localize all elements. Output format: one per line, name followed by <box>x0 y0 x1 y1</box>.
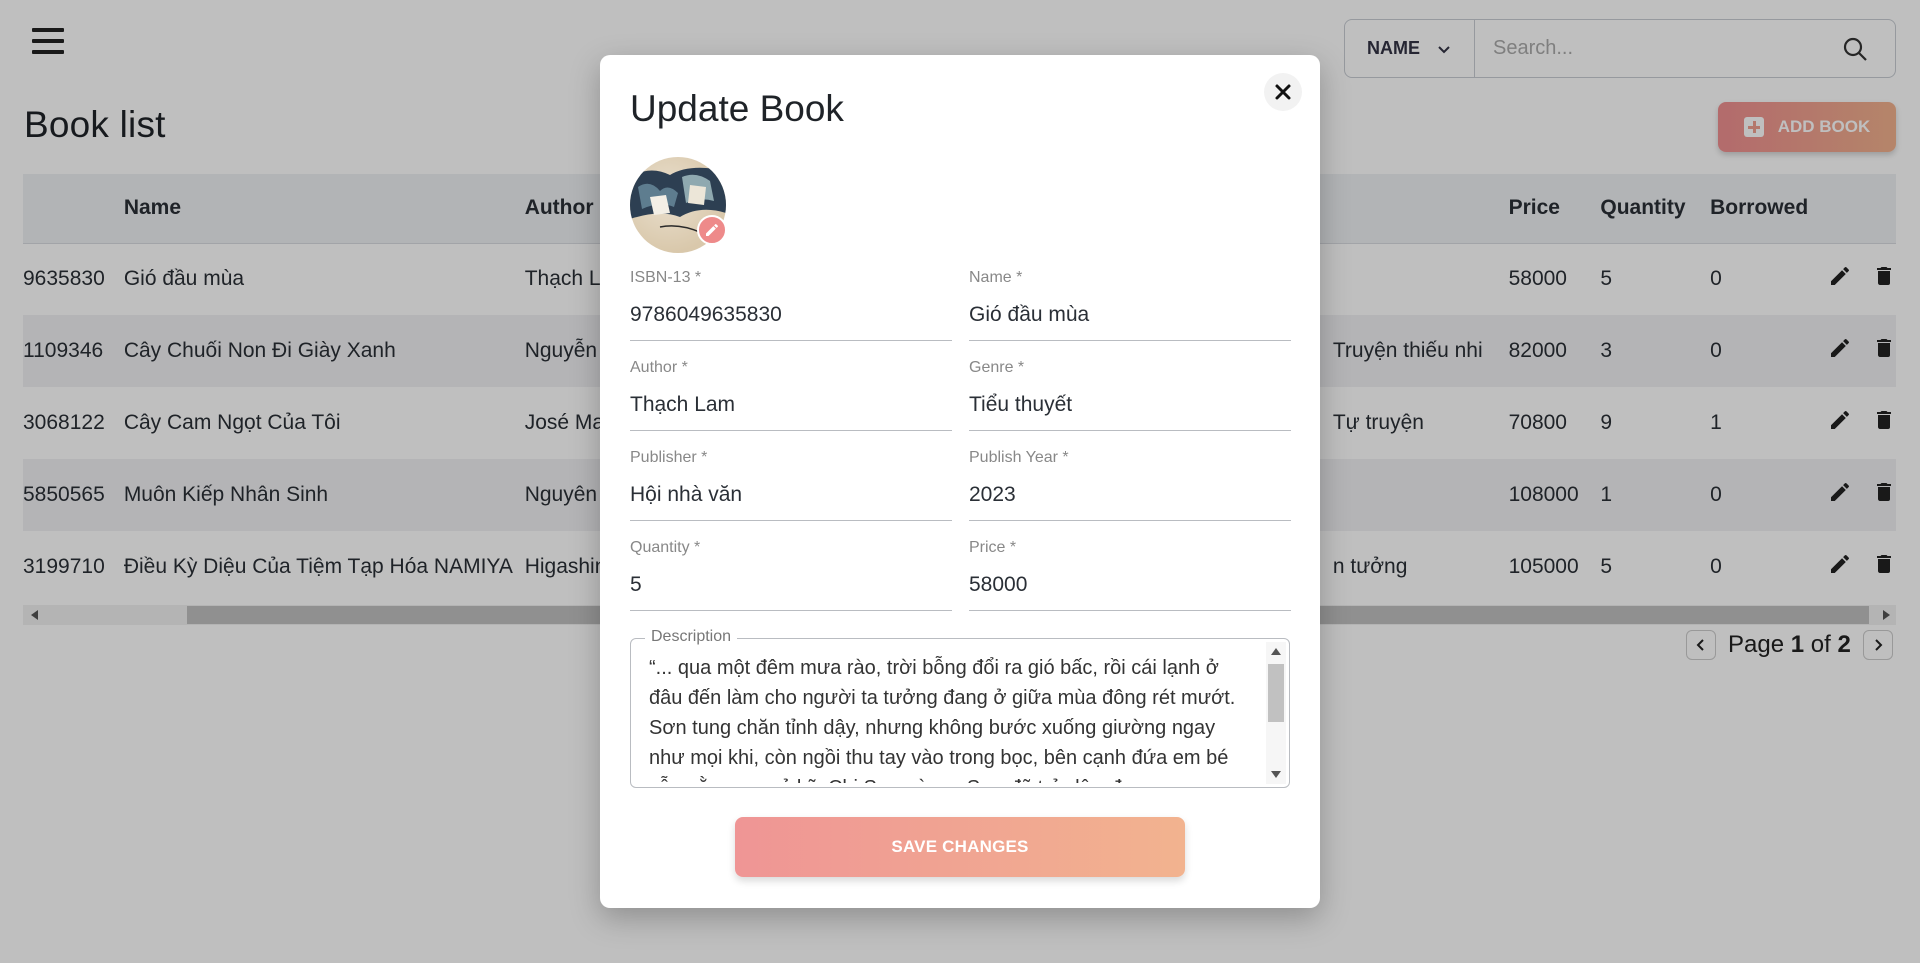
price-field[interactable]: Price * 58000 <box>969 539 1291 611</box>
publisher-label: Publisher * <box>630 449 708 466</box>
description-scrollbar[interactable] <box>1266 642 1286 784</box>
genre-label: Genre * <box>969 359 1025 376</box>
edit-cover-button[interactable] <box>697 215 727 245</box>
genre-value[interactable]: Tiểu thuyết <box>969 393 1072 417</box>
isbn-field[interactable]: ISBN-13 * 9786049635830 <box>630 269 952 341</box>
publish-year-field[interactable]: Publish Year * 2023 <box>969 449 1291 521</box>
scroll-up-icon[interactable] <box>1271 648 1281 655</box>
close-button[interactable] <box>1264 73 1302 111</box>
price-label: Price * <box>969 539 1017 556</box>
publisher-field[interactable]: Publisher * Hội nhà văn <box>630 449 952 521</box>
description-textarea[interactable]: Description “... qua một đêm mưa rào, tr… <box>630 628 1290 788</box>
publish-year-label: Publish Year * <box>969 449 1069 466</box>
name-field[interactable]: Name * Gió đầu mùa <box>969 269 1291 341</box>
publisher-value[interactable]: Hội nhà văn <box>630 483 742 507</box>
author-value[interactable]: Thạch Lam <box>630 393 735 417</box>
name-value[interactable]: Gió đầu mùa <box>969 303 1089 327</box>
save-changes-button[interactable]: SAVE CHANGES <box>735 817 1185 877</box>
author-label: Author * <box>630 359 688 376</box>
price-value[interactable]: 58000 <box>969 573 1027 597</box>
name-label: Name * <box>969 269 1023 286</box>
pencil-icon <box>706 223 718 236</box>
scroll-down-icon[interactable] <box>1271 771 1281 778</box>
quantity-field[interactable]: Quantity * 5 <box>630 539 952 611</box>
genre-field[interactable]: Genre * Tiểu thuyết <box>969 359 1291 431</box>
dialog-title: Update Book <box>630 88 844 129</box>
isbn-label: ISBN-13 * <box>630 269 702 286</box>
publish-year-value[interactable]: 2023 <box>969 483 1016 507</box>
update-book-dialog: Update Book ISBN-13 * 9786049635830 Name… <box>600 55 1320 908</box>
description-label: Description <box>645 628 738 646</box>
quantity-value[interactable]: 5 <box>630 573 642 597</box>
description-scroll-thumb[interactable] <box>1268 664 1284 722</box>
description-text[interactable]: “... qua một đêm mưa rào, trời bỗng đổi … <box>649 653 1249 783</box>
author-field[interactable]: Author * Thạch Lam <box>630 359 952 431</box>
quantity-label: Quantity * <box>630 539 701 556</box>
isbn-value[interactable]: 9786049635830 <box>630 303 782 327</box>
close-icon <box>1275 84 1291 100</box>
